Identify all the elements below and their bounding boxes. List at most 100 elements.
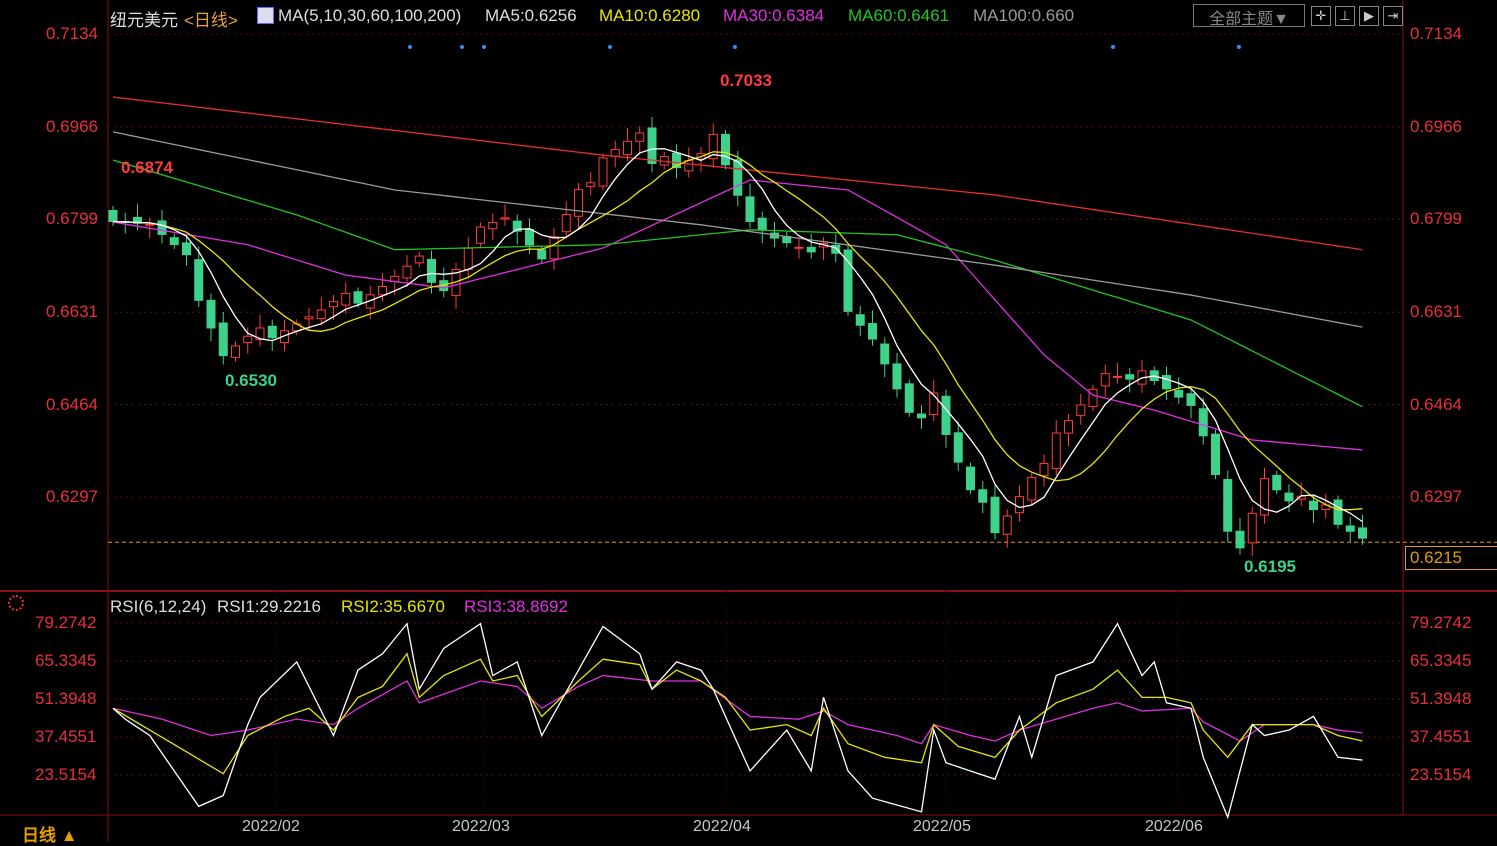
candle-up <box>231 345 240 358</box>
candle-down <box>978 489 988 503</box>
price-tick-left: 0.6966 <box>46 116 98 136</box>
candle-up <box>794 246 804 249</box>
rsi-tick-left: 37.4551 <box>35 727 97 746</box>
candle-down <box>745 196 755 222</box>
candle-down <box>990 496 1000 534</box>
candle-up <box>574 189 583 217</box>
candle-down <box>218 322 228 357</box>
candle-down <box>1125 374 1135 380</box>
theme-dropdown[interactable]: 全部主题▼ <box>1193 4 1305 28</box>
price-tick-right: 0.6799 <box>1410 209 1462 229</box>
price-tick-right: 0.6631 <box>1410 302 1462 322</box>
candle-down <box>941 395 951 435</box>
settings-icon[interactable] <box>8 595 24 611</box>
rsi-tick-left: 79.2742 <box>35 613 97 632</box>
event-marker <box>460 45 464 49</box>
candle-up <box>684 160 694 172</box>
candle-up <box>378 285 387 296</box>
ma5-value: MA5:0.6256 <box>485 6 577 25</box>
candle-down <box>169 237 179 246</box>
candle-down <box>206 299 216 329</box>
candle-down <box>1223 479 1233 532</box>
candle-up <box>1064 420 1073 434</box>
ma60-value: MA60:0.6461 <box>848 6 950 25</box>
candle-down <box>537 249 547 260</box>
candle-down <box>157 220 167 235</box>
rsi-tick-right: 65.3345 <box>1410 651 1472 670</box>
ma-params: MA(5,10,30,60,100,200) <box>278 6 462 25</box>
candle-down <box>868 323 877 340</box>
candle-down <box>267 325 277 339</box>
candle-down <box>721 133 730 166</box>
candle-down <box>1174 389 1184 398</box>
rsi1-line <box>112 622 1363 820</box>
event-marker <box>733 45 737 49</box>
period-selector[interactable]: 日线 ▲ <box>22 821 78 846</box>
candle-up <box>1027 476 1037 501</box>
candle-up <box>549 236 559 260</box>
price-tick-right: 0.6297 <box>1410 486 1462 506</box>
ma10-value: MA10:0.6280 <box>599 6 701 25</box>
chart-canvas[interactable] <box>0 0 1497 842</box>
event-marker <box>408 45 412 49</box>
candle-up <box>1247 512 1257 544</box>
candle-down <box>194 259 204 301</box>
rsi-params: RSI(6,12,24) <box>110 597 207 616</box>
date-label: 2022/02 <box>242 818 300 835</box>
candle-down <box>647 127 657 164</box>
rsi-tick-right: 51.3948 <box>1410 689 1472 708</box>
candle-up <box>1088 388 1098 408</box>
rsi2-line <box>112 652 1363 775</box>
candle-down <box>1235 530 1245 549</box>
date-label: 2022/05 <box>913 818 971 835</box>
candle-up <box>1100 373 1110 387</box>
candle-down <box>1162 375 1171 390</box>
candle-down <box>1272 474 1282 491</box>
price-tick-right: 0.6966 <box>1410 116 1462 136</box>
candle-down <box>953 432 963 463</box>
candle-up <box>243 335 253 344</box>
candle-down <box>1211 433 1220 476</box>
event-marker <box>608 45 612 49</box>
date-label: 2022/03 <box>452 818 510 835</box>
candle-up <box>463 247 473 270</box>
candle-up <box>1113 375 1122 378</box>
rsi-tick-left: 65.3345 <box>35 651 97 670</box>
exit-icon[interactable]: ⇥ <box>1383 6 1403 26</box>
candle-down <box>966 466 975 491</box>
current-price-tag: 0.6215 <box>1405 546 1497 570</box>
candle-up <box>598 157 608 187</box>
candle-down <box>1198 408 1208 437</box>
low-annotation-2: 0.6195 <box>1244 557 1296 576</box>
candle-up <box>1002 515 1012 535</box>
candle-up <box>316 309 326 320</box>
ma30-value: MA30:0.6384 <box>723 6 825 25</box>
candle-down <box>108 209 118 222</box>
candle-down <box>1333 499 1343 525</box>
candle-down <box>182 242 191 256</box>
period-label: <日线> <box>184 11 238 30</box>
candle-down <box>1284 492 1294 502</box>
play-icon[interactable]: ▶ <box>1359 6 1379 26</box>
candle-up <box>1051 432 1061 469</box>
indicator-icon[interactable] <box>257 7 274 24</box>
candle-up <box>610 149 620 157</box>
candle-up <box>476 226 485 244</box>
range-icon[interactable]: ⊥ <box>1335 6 1355 26</box>
candle-up <box>1076 404 1086 417</box>
candle-down <box>892 363 902 390</box>
low-annotation-1: 0.6530 <box>225 371 277 390</box>
candle-up <box>500 217 510 220</box>
event-marker <box>1111 45 1115 49</box>
candle-up <box>414 255 424 264</box>
candle-down <box>757 217 767 231</box>
symbol-label: 纽元美元 <box>110 11 178 30</box>
date-label: 2022/06 <box>1145 818 1203 835</box>
price-tick-left: 0.6464 <box>46 394 98 414</box>
crosshair-icon[interactable]: ✛ <box>1311 6 1331 26</box>
rsi-tick-right: 37.4551 <box>1410 727 1472 746</box>
rsi-tick-right: 23.5154 <box>1410 765 1472 784</box>
candle-up <box>145 223 155 226</box>
candle-down <box>917 413 926 419</box>
candle-up <box>1015 496 1024 514</box>
